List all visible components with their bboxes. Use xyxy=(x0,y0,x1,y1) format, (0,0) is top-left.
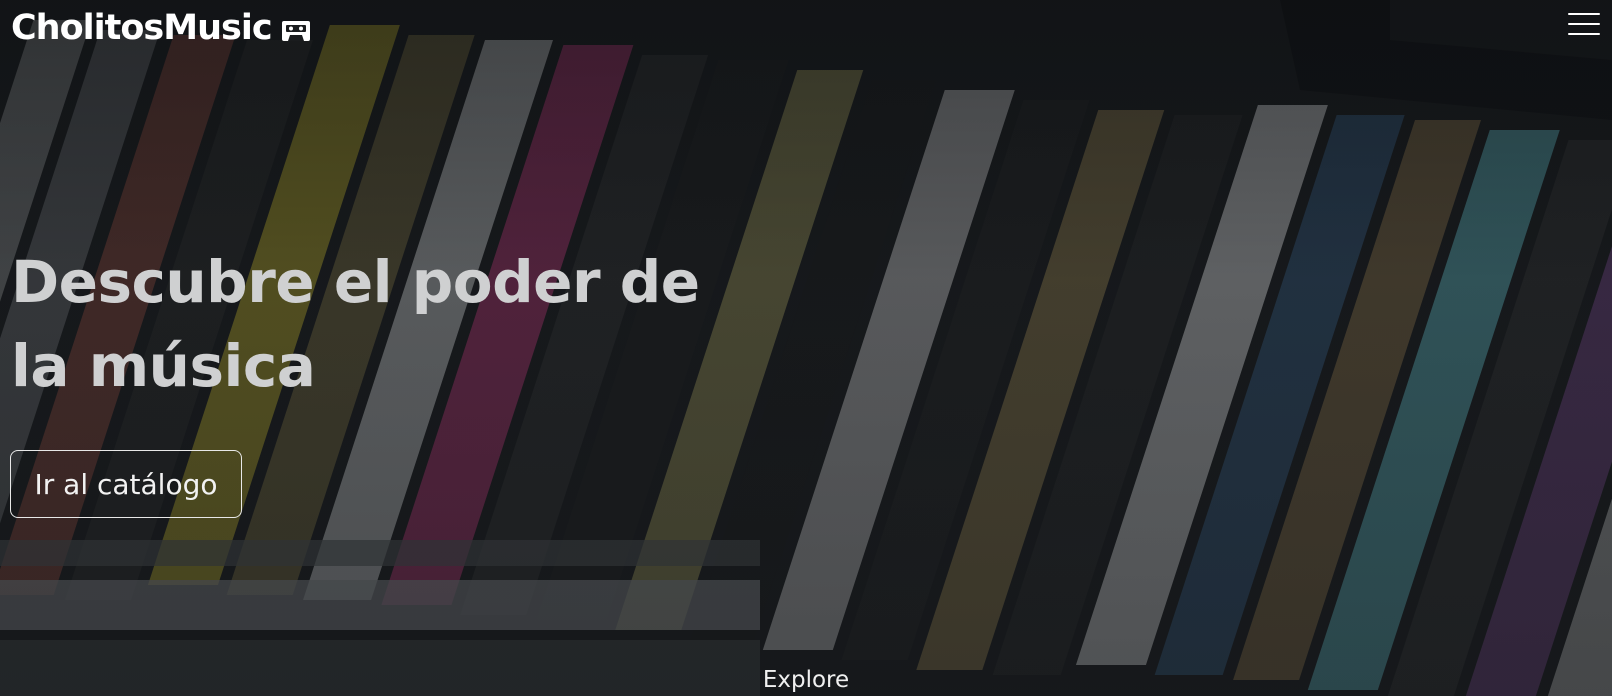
menu-bar xyxy=(1568,13,1600,15)
brand-logo[interactable]: CholitosMusic xyxy=(11,8,311,48)
explore-link[interactable]: Explore xyxy=(763,667,849,693)
hero-section: CholitosMusic Descubre el poder de la mú… xyxy=(0,0,1612,696)
hamburger-menu-icon[interactable] xyxy=(1568,10,1600,38)
brand-name[interactable]: CholitosMusic xyxy=(11,8,273,48)
menu-bar xyxy=(1568,23,1600,25)
navbar: CholitosMusic xyxy=(0,0,1612,56)
explore-link-wrapper: Explore xyxy=(0,667,1612,693)
cassette-icon xyxy=(281,20,310,41)
hero-headline: Descubre el poder de la música xyxy=(11,248,700,400)
menu-bar xyxy=(1568,33,1600,35)
catalog-button[interactable]: Ir al catálogo xyxy=(10,450,242,518)
